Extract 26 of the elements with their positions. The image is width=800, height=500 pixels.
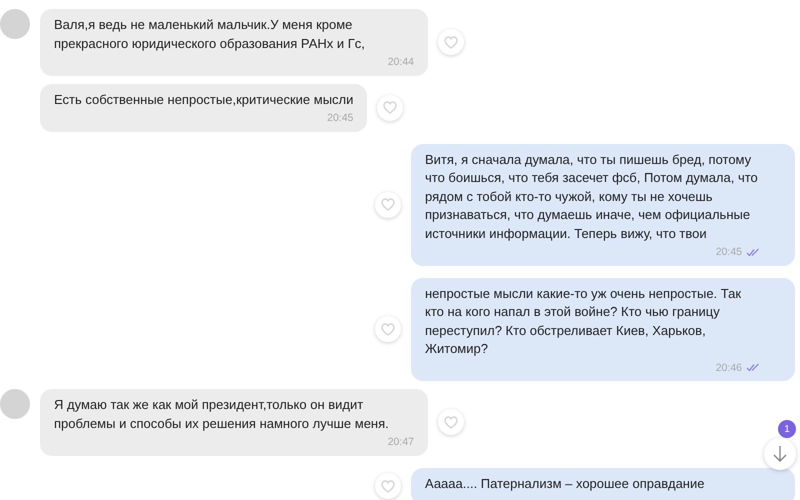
like-button[interactable] bbox=[375, 473, 401, 500]
like-button[interactable] bbox=[375, 192, 401, 218]
message-text: Я думаю так же как мой президент,только он видит проблемы и способы их решения намного лучше меня. bbox=[54, 396, 390, 433]
message-text: Витя, я сначала думала, что ты пишешь бред, потому что боишься, что тебя засечет фсб, Потом думала, что рядом с тобой кто-то чужой, кому ты не хочешь признаваться, что думаешь иначе, чем официальные источники информации. Теперь вижу, что твои bbox=[425, 150, 759, 243]
heart-icon bbox=[383, 101, 398, 114]
arrow-down-icon bbox=[772, 445, 788, 463]
message-time: 20:44 bbox=[388, 55, 414, 70]
heart-icon bbox=[444, 36, 458, 49]
scroll-down-button[interactable] bbox=[764, 438, 796, 470]
heart-icon bbox=[381, 198, 395, 211]
heart-icon bbox=[444, 416, 458, 429]
like-button[interactable] bbox=[438, 409, 464, 436]
like-button[interactable] bbox=[375, 316, 401, 342]
unread-badge: 1 bbox=[778, 420, 796, 438]
message-time: 20:47 bbox=[388, 435, 414, 450]
message-text: Есть собственные непростые,критические мысли bbox=[54, 90, 354, 109]
like-button[interactable] bbox=[377, 94, 404, 120]
message-text: Ааааа.... Патернализм – хорошее оправдание bbox=[425, 474, 704, 493]
like-button[interactable] bbox=[438, 29, 464, 56]
message-time: 20:46 bbox=[716, 360, 742, 376]
heart-icon bbox=[381, 322, 395, 336]
heart-icon bbox=[381, 480, 395, 493]
message-text: непростые мысли какие-то уж очень непростые. Так кто на кого напал в этой войне? Кто чью границу переступил? Кто обстреливает Киев, Харьков, Житомир? bbox=[425, 284, 742, 358]
message-text: Валя,я ведь не маленький мальчик.У меня кроме прекрасного юридического образования РАНх и Гс, bbox=[54, 16, 366, 53]
message-time: 20:45 bbox=[716, 245, 742, 260]
message-time: 20:45 bbox=[327, 111, 354, 126]
